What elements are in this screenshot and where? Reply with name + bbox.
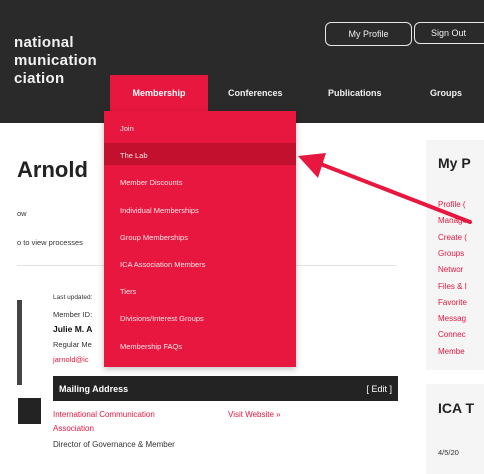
arrow-annotation — [298, 153, 472, 224]
